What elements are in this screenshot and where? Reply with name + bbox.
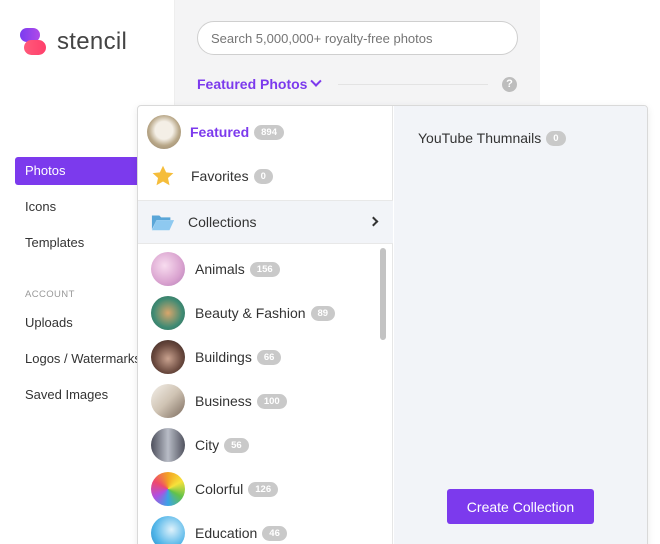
- menu-item-collections[interactable]: Collections: [138, 200, 393, 244]
- collection-count-badge: 0: [546, 130, 566, 146]
- featured-photos-label: Featured Photos: [197, 76, 308, 92]
- category-thumb: [151, 296, 185, 330]
- account-heading: ACCOUNT: [25, 289, 75, 300]
- brand-name: stencil: [57, 28, 128, 55]
- help-icon[interactable]: ?: [502, 77, 517, 92]
- search-input[interactable]: [197, 21, 518, 55]
- category-label: City: [195, 437, 220, 453]
- collections-panel: YouTube Thumnails 0 Create Collection: [394, 106, 647, 544]
- category-count-badge: 89: [310, 305, 336, 321]
- category-count-badge: 100: [256, 393, 287, 409]
- featured-thumb: [147, 115, 181, 149]
- collection-label: YouTube Thumnails: [418, 130, 542, 146]
- menu-item-favorites[interactable]: Favorites 0: [149, 162, 389, 190]
- scrollbar-thumb[interactable]: [380, 248, 386, 340]
- category-count-badge: 156: [249, 261, 280, 277]
- chevron-right-icon: [368, 216, 379, 227]
- category-label: Colorful: [195, 481, 244, 497]
- list-item[interactable]: Beauty & Fashion 89: [151, 296, 379, 330]
- folder-open-icon: [151, 212, 175, 232]
- category-label: Beauty & Fashion: [195, 305, 306, 321]
- category-label: Animals: [195, 261, 245, 277]
- divider: [338, 84, 488, 85]
- category-thumb: [151, 252, 185, 286]
- create-collection-button[interactable]: Create Collection: [447, 489, 594, 524]
- category-count-badge: 66: [256, 349, 282, 365]
- logo[interactable]: stencil: [18, 26, 127, 58]
- list-item[interactable]: Education 46: [151, 516, 379, 544]
- category-list: Featured 894 Favorites 0 Collections Ani…: [138, 106, 393, 544]
- collections-label: Collections: [188, 214, 257, 230]
- list-item[interactable]: Colorful 126: [151, 472, 379, 506]
- category-label: Business: [195, 393, 252, 409]
- chevron-down-icon: [310, 75, 323, 87]
- category-count-badge: 126: [248, 481, 279, 497]
- star-icon: [149, 162, 177, 190]
- list-item[interactable]: Buildings 66: [151, 340, 379, 374]
- categories-dropdown: Featured 894 Favorites 0 Collections Ani…: [137, 105, 648, 544]
- category-label: Buildings: [195, 349, 252, 365]
- menu-item-featured[interactable]: Featured 894: [147, 115, 387, 149]
- favorites-label: Favorites: [191, 168, 249, 184]
- featured-label: Featured: [190, 124, 250, 140]
- category-thumb: [151, 472, 185, 506]
- category-label: Education: [195, 525, 258, 541]
- featured-count-badge: 894: [254, 124, 284, 140]
- category-count-badge: 46: [262, 525, 287, 541]
- category-thumb: [151, 428, 185, 462]
- favorites-count-badge: 0: [253, 168, 273, 184]
- category-count-badge: 56: [224, 437, 249, 453]
- list-item[interactable]: City 56: [151, 428, 379, 462]
- collection-item[interactable]: YouTube Thumnails 0: [418, 130, 566, 146]
- list-item[interactable]: Animals 156: [151, 252, 379, 286]
- category-thumb: [151, 384, 185, 418]
- list-item[interactable]: Business 100: [151, 384, 379, 418]
- stencil-logo-icon: [18, 26, 48, 58]
- featured-photos-dropdown-toggle[interactable]: Featured Photos: [197, 75, 323, 92]
- category-thumb: [151, 340, 185, 374]
- category-thumb: [151, 516, 185, 544]
